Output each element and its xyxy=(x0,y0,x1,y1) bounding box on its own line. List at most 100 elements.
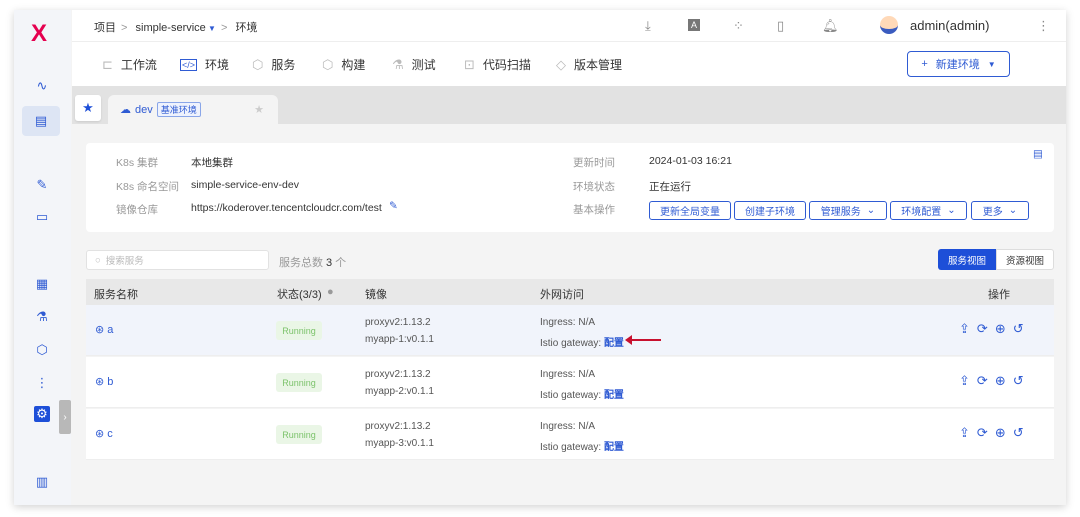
restart-icon[interactable]: ⟳ xyxy=(977,321,988,337)
config-link[interactable]: 配置 xyxy=(604,338,624,349)
upgrade-icon[interactable]: ⊕ xyxy=(995,373,1006,389)
count-value: 3 xyxy=(326,257,333,269)
config-link[interactable]: 配置 xyxy=(604,390,624,401)
tab-label: 构建 xyxy=(341,58,366,72)
env-tab-dev[interactable]: ☁︎ dev 基准环境 ★ xyxy=(108,95,278,124)
ops-label: 基本操作 xyxy=(573,204,615,216)
artifact-icon[interactable]: ⬡ xyxy=(32,340,52,360)
row-actions: ⇪ ⟳ ⊕ ↺ xyxy=(959,373,1024,389)
istio-gateway: Istio gateway: 配置 xyxy=(540,438,624,453)
update-global-vars-button[interactable]: 更新全局变量 xyxy=(649,201,731,220)
deploy-icon[interactable]: ▭ xyxy=(32,207,52,227)
edit-icon[interactable]: ✎ xyxy=(389,200,398,212)
service-name: b xyxy=(107,376,114,388)
more-button[interactable]: 更多 ⌄ xyxy=(971,201,1029,220)
create-sub-env-button[interactable]: 创建子环境 xyxy=(734,201,806,220)
count-label: 服务总数 xyxy=(279,257,323,269)
history-icon[interactable]: ↺ xyxy=(1013,425,1024,441)
avatar[interactable] xyxy=(880,16,898,34)
config-link[interactable]: 配置 xyxy=(604,442,624,453)
table-row: ⊛ b Running proxyv2:1.13.2 myapp-2:v0.1.… xyxy=(86,357,1054,408)
button-label: 更新全局变量 xyxy=(660,207,720,218)
tab-service[interactable]: ⬡ 服务 xyxy=(252,56,295,73)
star-icon[interactable]: ★ xyxy=(254,103,264,116)
history-icon[interactable]: ↺ xyxy=(1013,321,1024,337)
pipeline-icon[interactable]: ⋮ xyxy=(32,373,52,393)
chevron-down-icon: ⌄ xyxy=(947,205,956,216)
image: proxyv2:1.13.2 xyxy=(365,421,431,432)
service-name: a xyxy=(107,324,114,336)
document-icon[interactable]: ▤ xyxy=(1033,148,1043,160)
upload-icon[interactable]: ⇪ xyxy=(959,425,970,441)
caret-down-icon: ▼ xyxy=(987,59,996,69)
service-link[interactable]: ⊛ b xyxy=(95,375,113,388)
search-input[interactable]: ○ 搜索服务 xyxy=(86,250,269,270)
istio-gateway: Istio gateway: 配置 xyxy=(540,334,624,349)
gateway-label: Istio gateway: xyxy=(540,390,602,401)
download-icon[interactable]: ⤓ xyxy=(645,18,651,34)
build-icon[interactable]: ▦ xyxy=(32,274,52,294)
new-environment-button[interactable]: + 新建环境 ▼ xyxy=(907,51,1010,77)
env-config-button[interactable]: 环境配置 ⌄ xyxy=(890,201,967,220)
tab-label: 代码扫描 xyxy=(482,58,531,72)
restart-icon[interactable]: ⟳ xyxy=(977,425,988,441)
diamond-icon: ◇ xyxy=(556,56,566,72)
translate-icon[interactable]: A xyxy=(688,19,701,31)
favorites-button[interactable]: ★ xyxy=(75,95,101,121)
history-icon[interactable]: ↺ xyxy=(1013,373,1024,389)
tab-test[interactable]: ⚗ 测试 xyxy=(392,56,436,73)
app-window: X ∿ ▤ ✎ ▭ ▦ ⚗ ⬡ ⋮ ⚙ ▥ › 项目 > simple-servi… xyxy=(14,10,1066,505)
more-vertical-icon[interactable]: ⋮ xyxy=(1037,18,1050,34)
code-icon: </> xyxy=(180,58,198,71)
breadcrumb-project[interactable]: simple-service xyxy=(136,22,206,34)
service-icon: ⬡ xyxy=(252,56,264,72)
upload-icon[interactable]: ⇪ xyxy=(959,373,970,389)
tab-release[interactable]: ◇ 版本管理 xyxy=(556,56,622,73)
header-access: 外网访问 xyxy=(540,289,584,301)
tab-label: 工作流 xyxy=(120,58,157,72)
search-placeholder: 搜索服务 xyxy=(105,256,144,267)
table-row: ⊛ a Running proxyv2:1.13.2 myapp-1:v0.1.… xyxy=(86,305,1054,356)
resource-view-button[interactable]: 资源视图 xyxy=(996,249,1054,270)
tab-label: 测试 xyxy=(411,58,436,72)
test-icon[interactable]: ⚗ xyxy=(32,307,52,327)
service-link[interactable]: ⊛ c xyxy=(95,427,113,440)
manage-services-button[interactable]: 管理服务 ⌄ xyxy=(809,201,887,220)
row-actions: ⇪ ⟳ ⊕ ↺ xyxy=(959,425,1024,441)
tab-workflow[interactable]: ⊏ 工作流 xyxy=(102,56,157,73)
upload-icon[interactable]: ⇪ xyxy=(959,321,970,337)
header-status: 状态(3/3) xyxy=(277,289,322,301)
docs-icon[interactable]: ▯ xyxy=(777,18,784,34)
tab-build[interactable]: ⬡ 构建 xyxy=(322,56,365,73)
caret-down-icon[interactable]: ▼ xyxy=(206,24,216,33)
tab-code-scan[interactable]: ⊡ 代码扫描 xyxy=(464,56,531,73)
service-link[interactable]: ⊛ a xyxy=(95,323,113,336)
bell-icon[interactable]: 🔔︎ xyxy=(822,18,839,34)
button-label: 新建环境 xyxy=(935,59,980,71)
dashboard-icon[interactable]: ▥ xyxy=(32,472,52,492)
upgrade-icon[interactable]: ⊕ xyxy=(995,321,1006,337)
restart-icon[interactable]: ⟳ xyxy=(977,373,988,389)
pm-icon[interactable]: ▤ xyxy=(22,106,60,136)
monitor-icon[interactable]: ∿ xyxy=(32,76,52,96)
updated-label: 更新时间 xyxy=(573,157,615,169)
header-actions: 操作 xyxy=(988,289,1010,301)
sidebar-collapse-button[interactable]: › xyxy=(59,400,71,434)
user-name[interactable]: admin(admin) xyxy=(910,18,989,33)
header-name: 服务名称 xyxy=(94,289,138,301)
edit-doc-icon[interactable]: ✎ xyxy=(32,175,52,195)
service-view-button[interactable]: 服务视图 xyxy=(938,249,996,270)
tab-environment[interactable]: </> 环境 xyxy=(180,56,229,73)
upgrade-icon[interactable]: ⊕ xyxy=(995,425,1006,441)
environment-info: K8s 集群 本地集群 K8s 命名空间 simple-service-env-… xyxy=(86,143,1054,232)
plugin-icon[interactable]: ⁘ xyxy=(733,18,744,34)
button-label: 环境配置 xyxy=(901,207,942,218)
breadcrumb-root[interactable]: 项目 xyxy=(94,22,116,34)
image: proxyv2:1.13.2 xyxy=(365,369,431,380)
image: proxyv2:1.13.2 xyxy=(365,317,431,328)
cluster-value: 本地集群 xyxy=(191,157,233,169)
project-tabs: ⊏ 工作流 </> 环境 ⬡ 服务 ⬡ 构建 ⚗ 测试 ⊡ 代码扫描 ◇ 版本管理 + 新建环境… xyxy=(72,42,1066,118)
settings-icon[interactable]: ⚙ xyxy=(34,406,50,422)
environment-tabs: ★ ☁︎ dev 基准环境 ★ xyxy=(72,86,1066,124)
help-icon[interactable]: ● xyxy=(327,286,334,298)
